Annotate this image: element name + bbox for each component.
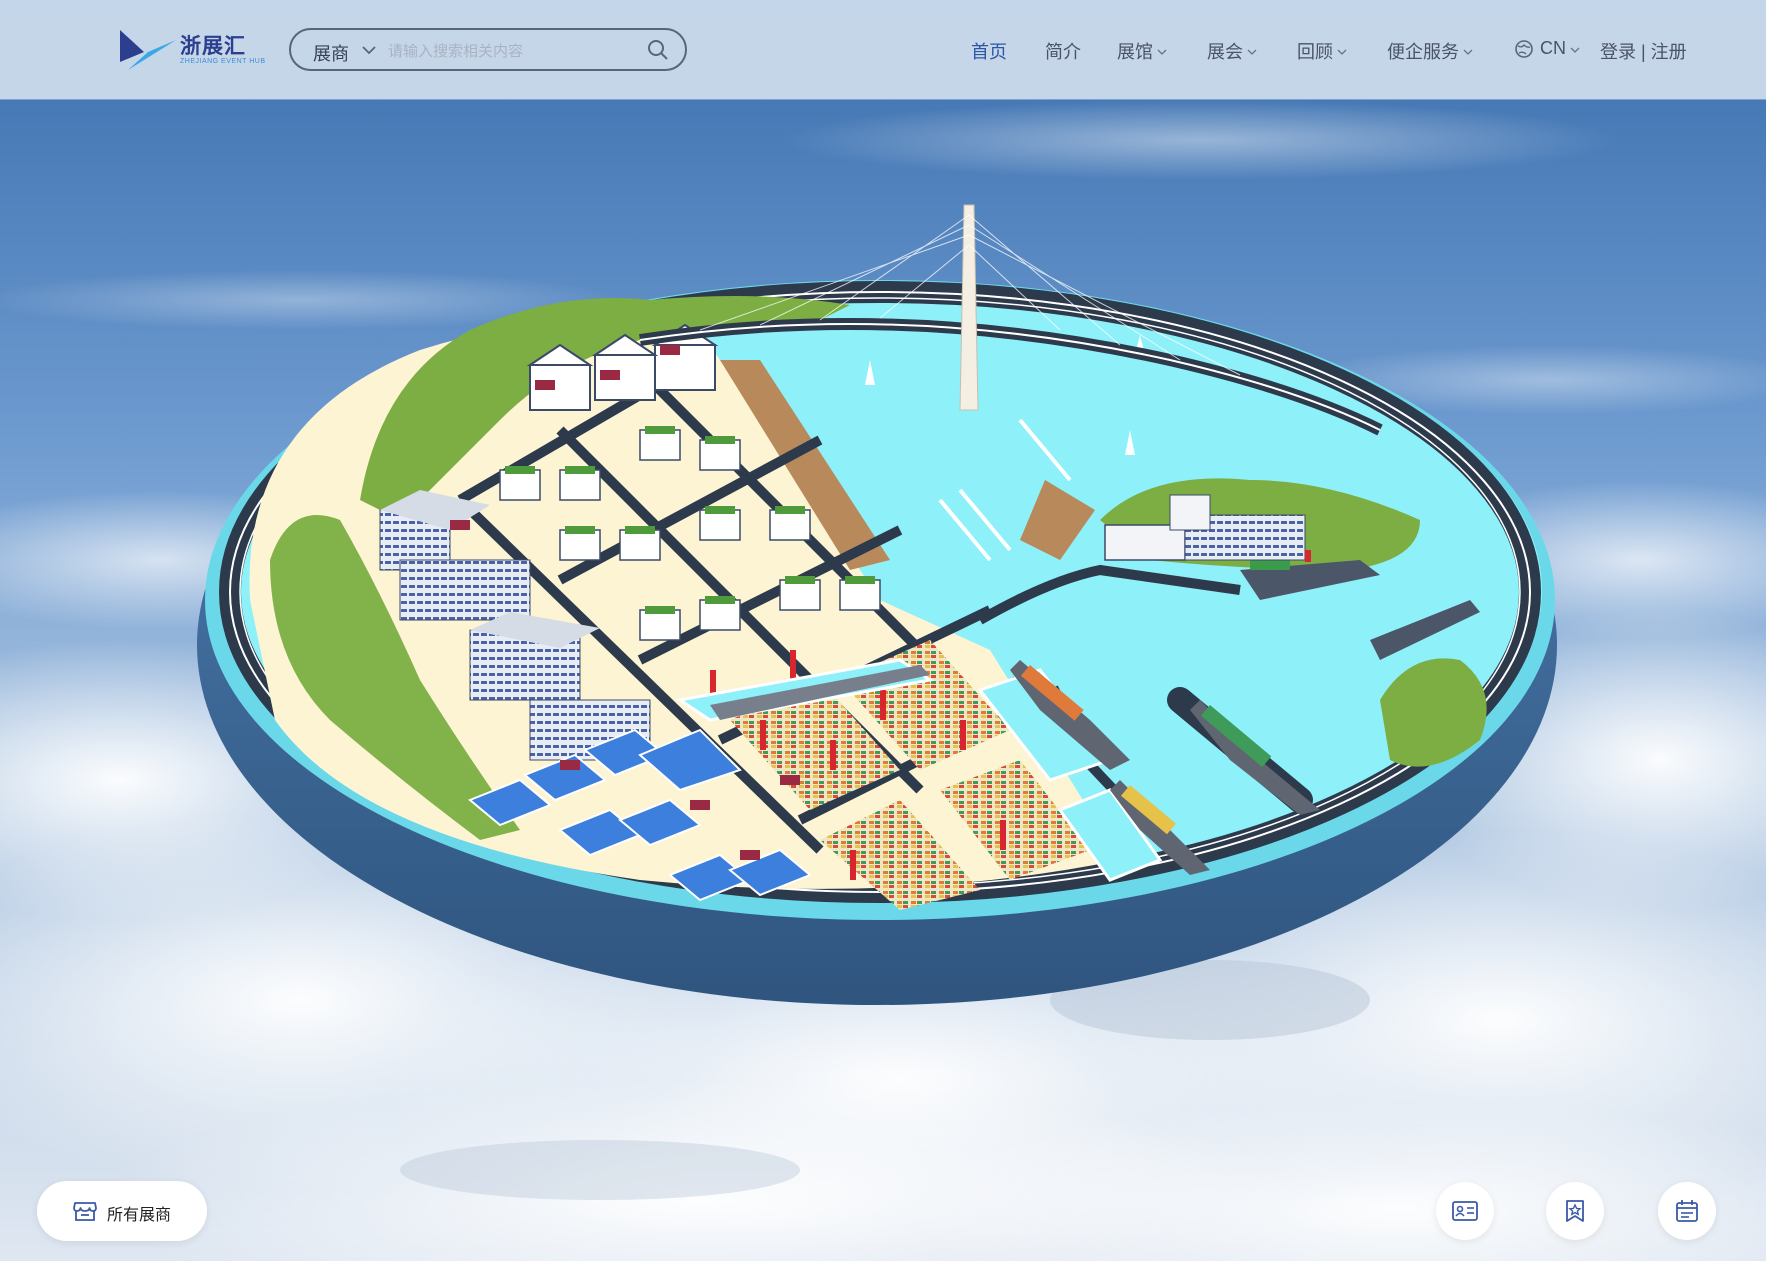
search-icon[interactable] <box>647 39 669 61</box>
logo-name: 浙展汇 <box>180 35 246 58</box>
globe-icon <box>1515 39 1533 58</box>
language-switcher[interactable]: CN <box>1514 38 1580 59</box>
nav-services-label: 便企服务 <box>1387 42 1459 62</box>
chevron-down-icon <box>1337 49 1347 55</box>
nav-intro-label: 简介 <box>1045 42 1081 62</box>
login-register-label: 登录 | 注册 <box>1600 42 1687 62</box>
nav-home-label: 首页 <box>971 42 1007 62</box>
nav-exhibitions[interactable]: 展会 <box>1207 38 1257 64</box>
nav-review[interactable]: 回顾 <box>1297 38 1347 64</box>
star-favorite-icon <box>1566 1200 1584 1222</box>
nav-exhibitions-label: 展会 <box>1207 42 1243 62</box>
chevron-down-icon <box>1570 47 1580 53</box>
nav-venue[interactable]: 展馆 <box>1117 38 1167 64</box>
store-icon <box>73 1202 97 1221</box>
top-navigation-bar: 浙展汇 ZHEJIANG EVENT HUB 展商 首页 简介 展馆 展会 回顾… <box>0 0 1766 99</box>
language-label: CN <box>1540 38 1566 58</box>
chevron-down-icon <box>1157 49 1167 55</box>
logo-mark-icon <box>120 30 176 70</box>
all-exhibitors-button[interactable]: 所有展商 <box>37 1181 207 1241</box>
calendar-button[interactable] <box>1658 1182 1716 1240</box>
exhibition-island-scene <box>0 0 1766 1261</box>
business-card-icon <box>1452 1201 1478 1221</box>
nav-venue-label: 展馆 <box>1117 42 1153 62</box>
nav-intro[interactable]: 简介 <box>1045 38 1081 64</box>
favorites-button[interactable] <box>1546 1182 1604 1240</box>
search-input[interactable] <box>386 38 630 64</box>
nav-review-label: 回顾 <box>1297 42 1333 62</box>
chevron-down-icon <box>1463 49 1473 55</box>
login-register-link[interactable]: 登录 | 注册 <box>1600 38 1687 64</box>
chevron-down-icon <box>1247 49 1257 55</box>
calendar-icon <box>1676 1200 1698 1222</box>
logo-subtitle: ZHEJIANG EVENT HUB <box>180 58 266 65</box>
chevron-down-icon[interactable] <box>361 42 377 58</box>
all-exhibitors-label: 所有展商 <box>107 1207 172 1224</box>
site-logo[interactable]: 浙展汇 ZHEJIANG EVENT HUB <box>118 26 268 74</box>
nav-services[interactable]: 便企服务 <box>1387 38 1473 64</box>
nav-home[interactable]: 首页 <box>971 38 1007 64</box>
search-category-select[interactable]: 展商 <box>313 40 349 66</box>
business-card-button[interactable] <box>1436 1182 1494 1240</box>
search-bar: 展商 <box>289 28 687 71</box>
